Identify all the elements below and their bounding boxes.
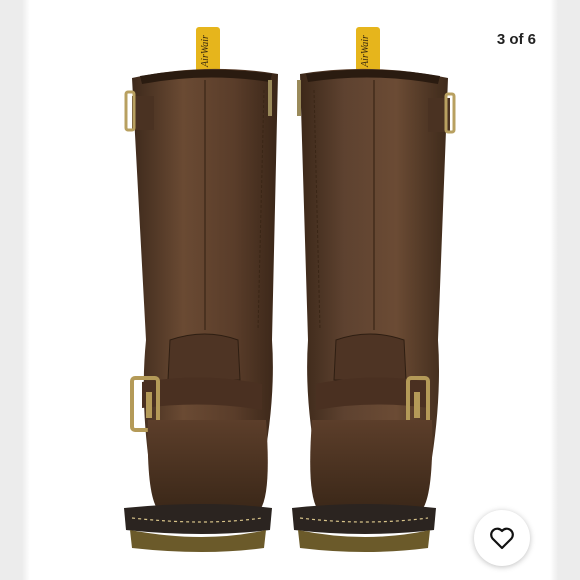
right-boot: AirWair [292,27,456,552]
brand-tag: AirWair [200,35,211,68]
product-photo[interactable]: AirWair AirWair [0,0,580,580]
heart-icon [490,527,514,550]
brand-tag-right: AirWair [360,35,371,68]
image-viewer: AirWair AirWair 3 of 6 [0,0,580,580]
image-counter: 3 of 6 [496,31,536,48]
left-boot: AirWair [124,27,278,552]
like-button[interactable] [474,510,530,566]
